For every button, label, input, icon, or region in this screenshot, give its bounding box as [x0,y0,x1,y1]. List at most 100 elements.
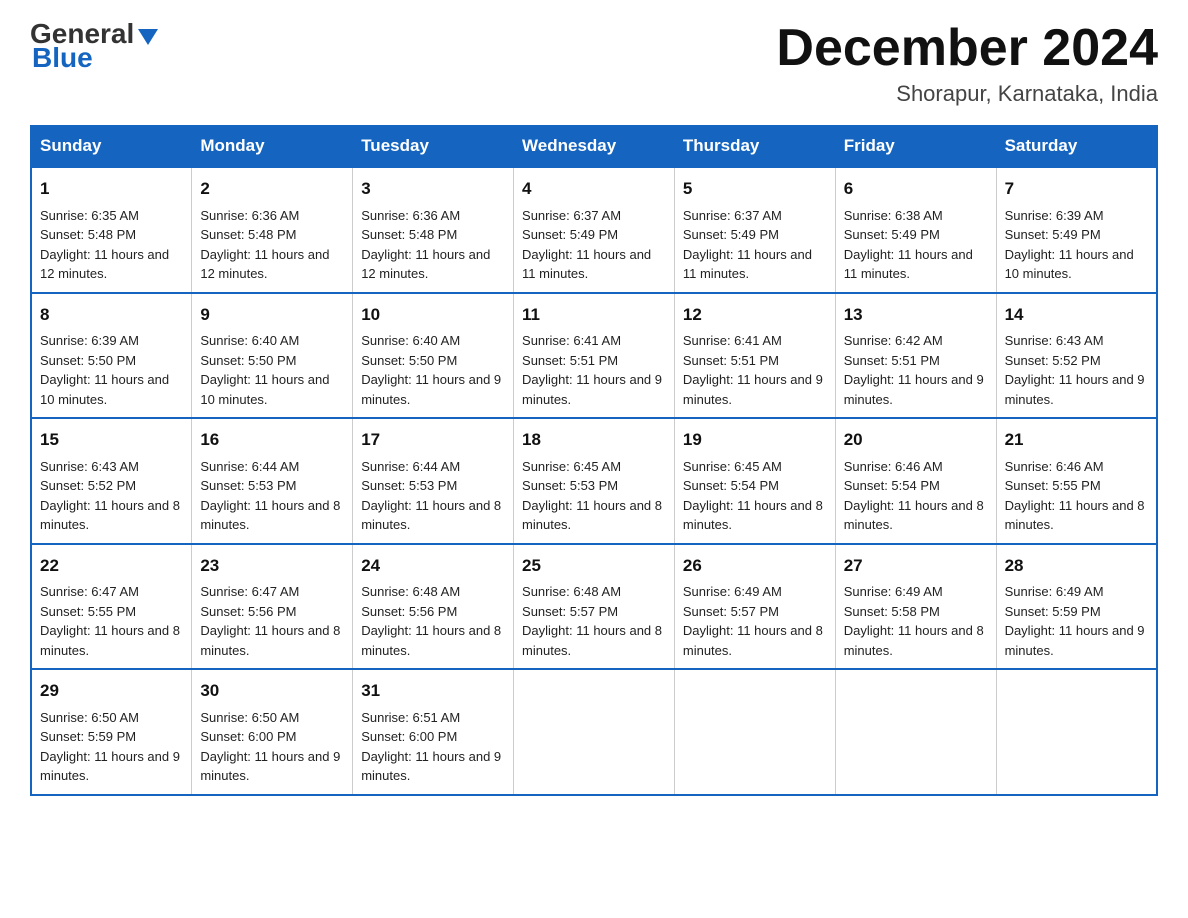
day-info: Sunrise: 6:40 AMSunset: 5:50 PMDaylight:… [200,333,329,407]
calendar-week-row: 1 Sunrise: 6:35 AMSunset: 5:48 PMDayligh… [31,167,1157,293]
calendar-cell: 3 Sunrise: 6:36 AMSunset: 5:48 PMDayligh… [353,167,514,293]
calendar-cell: 16 Sunrise: 6:44 AMSunset: 5:53 PMDaylig… [192,418,353,544]
day-number: 23 [200,553,344,579]
calendar-cell: 20 Sunrise: 6:46 AMSunset: 5:54 PMDaylig… [835,418,996,544]
calendar-week-row: 15 Sunrise: 6:43 AMSunset: 5:52 PMDaylig… [31,418,1157,544]
location-title: Shorapur, Karnataka, India [776,81,1158,107]
header-wednesday: Wednesday [514,126,675,168]
day-number: 4 [522,176,666,202]
day-info: Sunrise: 6:36 AMSunset: 5:48 PMDaylight:… [200,208,329,282]
day-number: 24 [361,553,505,579]
calendar-header-row: SundayMondayTuesdayWednesdayThursdayFrid… [31,126,1157,168]
day-number: 12 [683,302,827,328]
day-number: 6 [844,176,988,202]
day-number: 19 [683,427,827,453]
day-info: Sunrise: 6:51 AMSunset: 6:00 PMDaylight:… [361,710,501,784]
day-number: 18 [522,427,666,453]
calendar-cell: 11 Sunrise: 6:41 AMSunset: 5:51 PMDaylig… [514,293,675,419]
day-info: Sunrise: 6:43 AMSunset: 5:52 PMDaylight:… [1005,333,1145,407]
calendar-week-row: 8 Sunrise: 6:39 AMSunset: 5:50 PMDayligh… [31,293,1157,419]
calendar-cell: 6 Sunrise: 6:38 AMSunset: 5:49 PMDayligh… [835,167,996,293]
calendar-cell: 29 Sunrise: 6:50 AMSunset: 5:59 PMDaylig… [31,669,192,795]
day-info: Sunrise: 6:44 AMSunset: 5:53 PMDaylight:… [200,459,340,533]
day-info: Sunrise: 6:41 AMSunset: 5:51 PMDaylight:… [683,333,823,407]
day-info: Sunrise: 6:45 AMSunset: 5:53 PMDaylight:… [522,459,662,533]
logo-arrow-icon [138,29,158,45]
day-number: 2 [200,176,344,202]
logo: General Blue [30,20,158,72]
day-info: Sunrise: 6:43 AMSunset: 5:52 PMDaylight:… [40,459,180,533]
calendar-cell: 5 Sunrise: 6:37 AMSunset: 5:49 PMDayligh… [674,167,835,293]
day-number: 16 [200,427,344,453]
calendar-cell: 8 Sunrise: 6:39 AMSunset: 5:50 PMDayligh… [31,293,192,419]
calendar-cell: 14 Sunrise: 6:43 AMSunset: 5:52 PMDaylig… [996,293,1157,419]
day-number: 21 [1005,427,1148,453]
day-info: Sunrise: 6:47 AMSunset: 5:55 PMDaylight:… [40,584,180,658]
day-number: 1 [40,176,183,202]
calendar-cell: 28 Sunrise: 6:49 AMSunset: 5:59 PMDaylig… [996,544,1157,670]
calendar-cell: 15 Sunrise: 6:43 AMSunset: 5:52 PMDaylig… [31,418,192,544]
day-number: 28 [1005,553,1148,579]
title-block: December 2024 Shorapur, Karnataka, India [776,20,1158,107]
calendar-cell: 23 Sunrise: 6:47 AMSunset: 5:56 PMDaylig… [192,544,353,670]
day-info: Sunrise: 6:48 AMSunset: 5:56 PMDaylight:… [361,584,501,658]
calendar-cell: 25 Sunrise: 6:48 AMSunset: 5:57 PMDaylig… [514,544,675,670]
day-number: 8 [40,302,183,328]
calendar-cell: 27 Sunrise: 6:49 AMSunset: 5:58 PMDaylig… [835,544,996,670]
day-number: 7 [1005,176,1148,202]
logo-text-blue: Blue [30,44,93,72]
header-friday: Friday [835,126,996,168]
calendar-cell: 1 Sunrise: 6:35 AMSunset: 5:48 PMDayligh… [31,167,192,293]
calendar-cell: 26 Sunrise: 6:49 AMSunset: 5:57 PMDaylig… [674,544,835,670]
header-saturday: Saturday [996,126,1157,168]
day-info: Sunrise: 6:39 AMSunset: 5:50 PMDaylight:… [40,333,169,407]
calendar-cell: 17 Sunrise: 6:44 AMSunset: 5:53 PMDaylig… [353,418,514,544]
calendar-table: SundayMondayTuesdayWednesdayThursdayFrid… [30,125,1158,796]
day-info: Sunrise: 6:40 AMSunset: 5:50 PMDaylight:… [361,333,501,407]
calendar-cell [835,669,996,795]
calendar-cell: 13 Sunrise: 6:42 AMSunset: 5:51 PMDaylig… [835,293,996,419]
header-tuesday: Tuesday [353,126,514,168]
day-info: Sunrise: 6:46 AMSunset: 5:54 PMDaylight:… [844,459,984,533]
calendar-cell: 18 Sunrise: 6:45 AMSunset: 5:53 PMDaylig… [514,418,675,544]
day-number: 11 [522,302,666,328]
day-info: Sunrise: 6:45 AMSunset: 5:54 PMDaylight:… [683,459,823,533]
day-number: 31 [361,678,505,704]
calendar-cell: 12 Sunrise: 6:41 AMSunset: 5:51 PMDaylig… [674,293,835,419]
calendar-cell: 4 Sunrise: 6:37 AMSunset: 5:49 PMDayligh… [514,167,675,293]
day-number: 10 [361,302,505,328]
day-info: Sunrise: 6:42 AMSunset: 5:51 PMDaylight:… [844,333,984,407]
calendar-week-row: 29 Sunrise: 6:50 AMSunset: 5:59 PMDaylig… [31,669,1157,795]
day-number: 27 [844,553,988,579]
day-number: 29 [40,678,183,704]
page-header: General Blue December 2024 Shorapur, Kar… [30,20,1158,107]
day-info: Sunrise: 6:36 AMSunset: 5:48 PMDaylight:… [361,208,490,282]
day-number: 3 [361,176,505,202]
calendar-cell: 31 Sunrise: 6:51 AMSunset: 6:00 PMDaylig… [353,669,514,795]
day-info: Sunrise: 6:37 AMSunset: 5:49 PMDaylight:… [522,208,651,282]
calendar-cell: 9 Sunrise: 6:40 AMSunset: 5:50 PMDayligh… [192,293,353,419]
calendar-cell: 22 Sunrise: 6:47 AMSunset: 5:55 PMDaylig… [31,544,192,670]
day-number: 25 [522,553,666,579]
day-number: 22 [40,553,183,579]
month-title: December 2024 [776,20,1158,77]
day-number: 30 [200,678,344,704]
day-number: 5 [683,176,827,202]
day-info: Sunrise: 6:41 AMSunset: 5:51 PMDaylight:… [522,333,662,407]
day-info: Sunrise: 6:35 AMSunset: 5:48 PMDaylight:… [40,208,169,282]
day-info: Sunrise: 6:44 AMSunset: 5:53 PMDaylight:… [361,459,501,533]
day-number: 14 [1005,302,1148,328]
day-info: Sunrise: 6:38 AMSunset: 5:49 PMDaylight:… [844,208,973,282]
day-number: 26 [683,553,827,579]
header-thursday: Thursday [674,126,835,168]
calendar-week-row: 22 Sunrise: 6:47 AMSunset: 5:55 PMDaylig… [31,544,1157,670]
day-info: Sunrise: 6:47 AMSunset: 5:56 PMDaylight:… [200,584,340,658]
day-info: Sunrise: 6:46 AMSunset: 5:55 PMDaylight:… [1005,459,1145,533]
day-number: 9 [200,302,344,328]
day-info: Sunrise: 6:50 AMSunset: 6:00 PMDaylight:… [200,710,340,784]
day-info: Sunrise: 6:37 AMSunset: 5:49 PMDaylight:… [683,208,812,282]
day-info: Sunrise: 6:50 AMSunset: 5:59 PMDaylight:… [40,710,180,784]
calendar-cell [674,669,835,795]
calendar-cell [514,669,675,795]
calendar-cell: 10 Sunrise: 6:40 AMSunset: 5:50 PMDaylig… [353,293,514,419]
